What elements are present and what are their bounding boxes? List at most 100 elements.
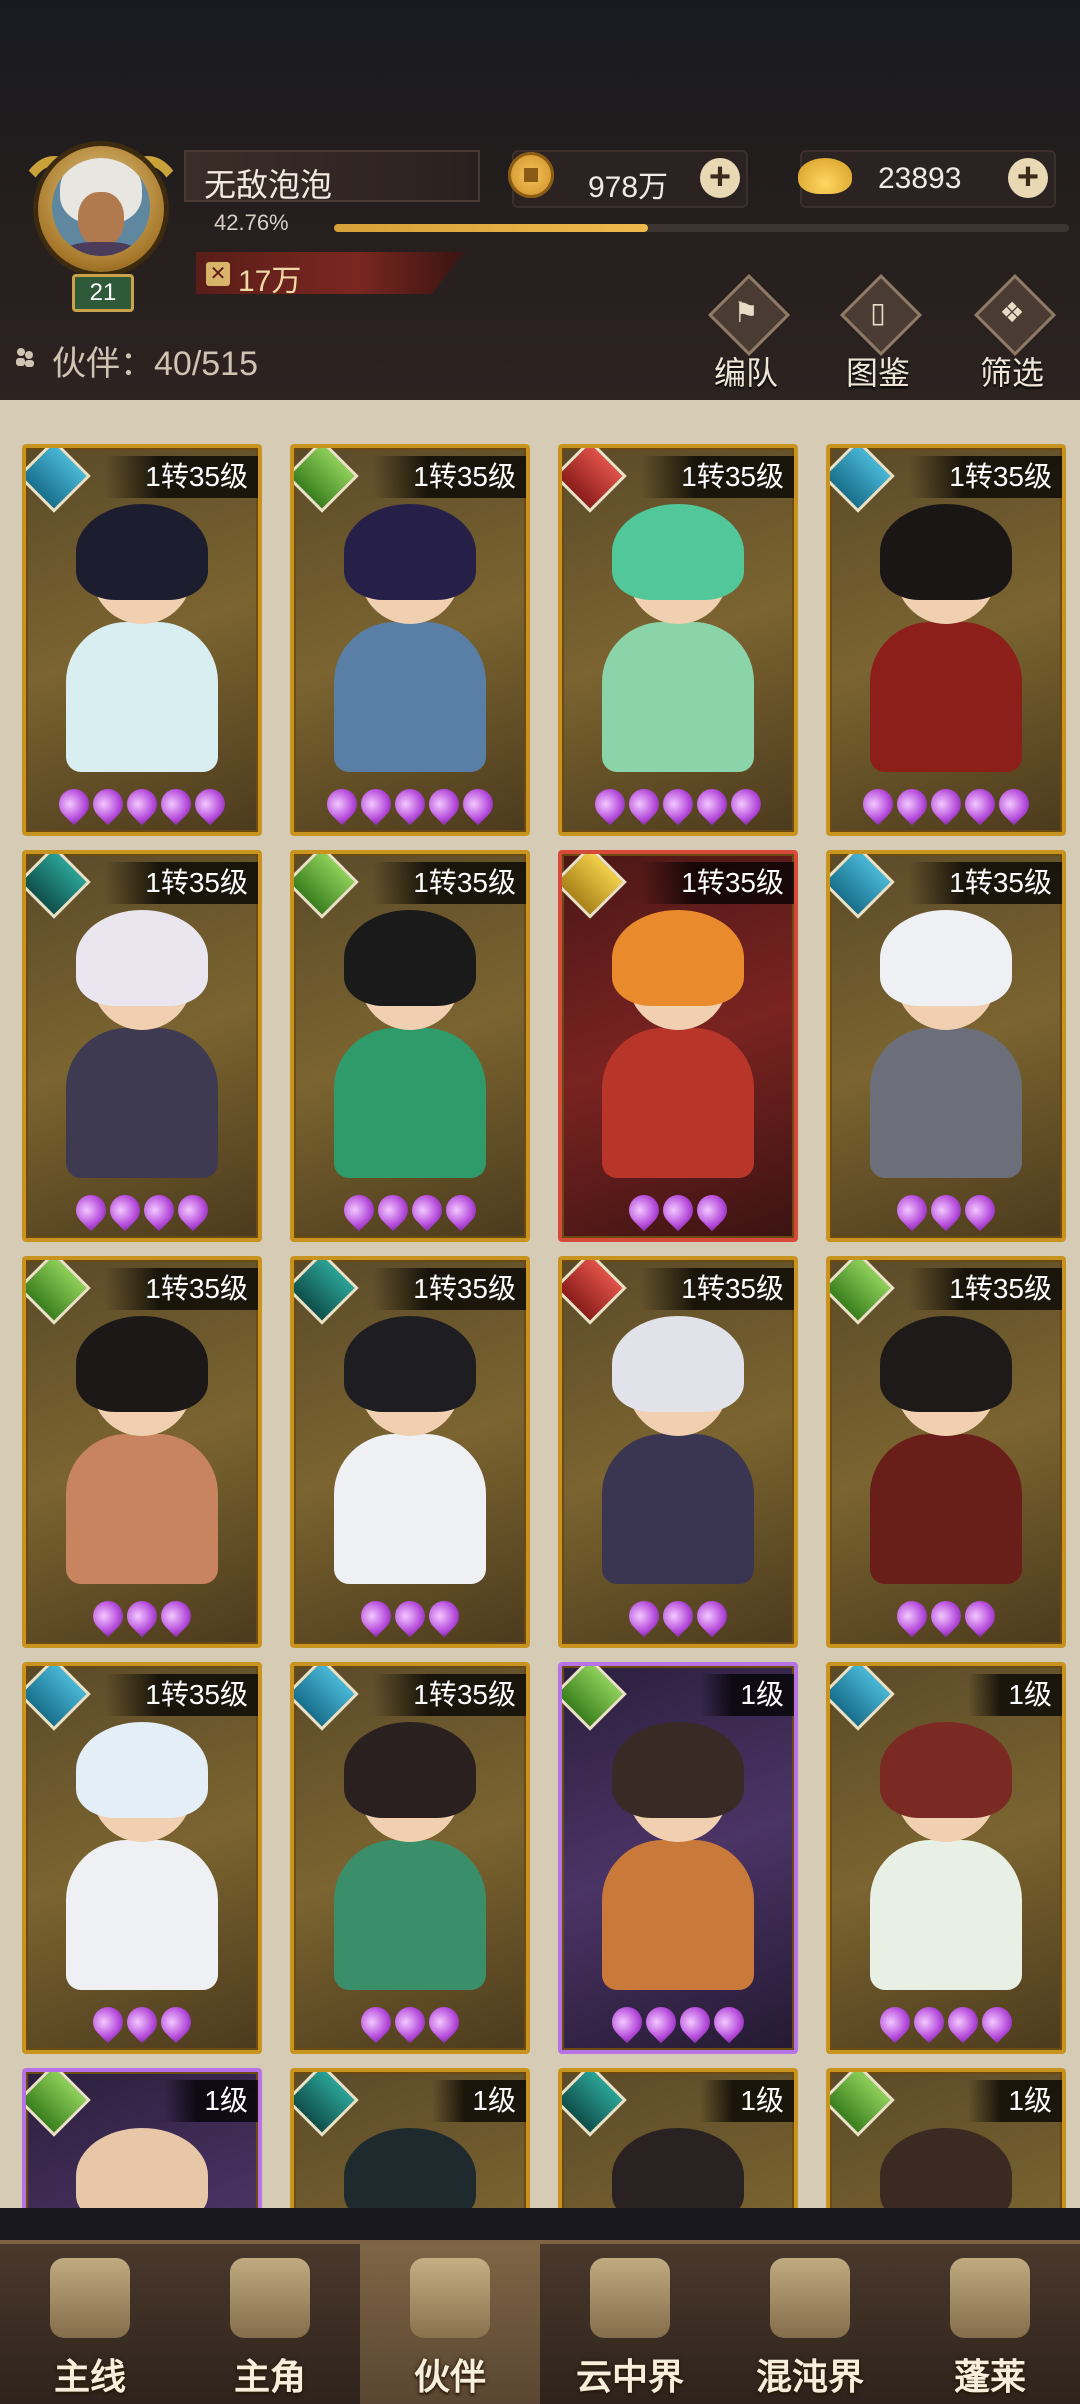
partner-portrait [850,504,1042,774]
star-flame-icon [673,2000,717,2044]
filter-button[interactable]: ❖ 筛选 [960,273,1064,392]
star-flame-icon [924,1594,968,1638]
star-flame-icon [890,1594,934,1638]
star-flame-icon [120,2000,164,2044]
partner-icon [410,2258,490,2338]
water-element-icon [26,448,91,513]
partner-card[interactable]: 1级 [22,2068,262,2208]
team-button[interactable]: ⚑ 编队 [694,273,798,392]
dark-element-icon [26,854,91,919]
filter-icon: ❖ [999,297,1025,328]
star-flame-icon [975,2000,1019,2044]
star-flame-icon [154,1594,198,1638]
wood-element-icon [294,854,359,919]
partner-card[interactable]: 1转35级 [22,1256,262,1648]
star-flame-icon [52,782,96,826]
flag-icon: ⚑ [733,297,759,328]
partner-card[interactable]: 1转35级 [558,444,798,836]
fire-element-icon [562,1260,627,1325]
gold-ingot-icon [798,158,852,194]
star-flame-icon [992,782,1036,826]
nav-label: 混沌界 [755,2356,864,2397]
star-flame-icon [188,782,232,826]
partner-card[interactable]: 1转35级 [22,1662,262,2054]
codex-button[interactable]: ▯ 图鉴 [826,273,930,392]
partner-card[interactable]: 1级 [558,1662,798,2054]
water-element-icon [830,1666,895,1731]
star-flame-icon [69,1188,113,1232]
exp-percent: 42.76% [214,210,289,235]
partner-portrait [314,2128,506,2208]
hero-icon [230,2258,310,2338]
star-flame-icon [690,1594,734,1638]
nav-item-5[interactable]: 蓬莱 [900,2244,1080,2404]
nav-item-1[interactable]: 主角 [180,2244,360,2404]
player-level-badge: 21 [72,274,134,312]
partner-stars [26,2000,258,2044]
partner-portrait [582,1722,774,1992]
partner-card[interactable]: 1转35级 [22,444,262,836]
partner-card[interactable]: 1转35级 [558,1256,798,1648]
nav-item-3[interactable]: 云中界 [540,2244,720,2404]
avatar-frame [38,146,164,272]
star-flame-icon [656,1594,700,1638]
player-avatar[interactable]: 21 [14,146,188,312]
partner-card[interactable]: 1级 [826,1662,1066,2054]
partner-stars [26,1594,258,1638]
partner-card[interactable]: 1转35级 [290,1662,530,2054]
combat-power-icon: ✕ [206,262,230,286]
partner-card[interactable]: 1转35级 [290,1256,530,1648]
avatar-portrait [52,158,150,256]
partner-stars [830,1594,1062,1638]
partner-level: 1级 [968,2080,1062,2122]
add-coins-button[interactable]: + [700,158,740,198]
partner-card[interactable]: 1转35级 [558,850,798,1242]
exp-bar-fill [334,224,649,232]
star-flame-icon [622,782,666,826]
partner-level: 1转35级 [909,456,1062,498]
partner-level: 1转35级 [373,1674,526,1716]
partner-card[interactable]: 1转35级 [826,1256,1066,1648]
partner-portrait [850,1316,1042,1586]
partner-level: 1转35级 [909,1268,1062,1310]
partner-card[interactable]: 1级 [558,2068,798,2208]
star-flame-icon [856,782,900,826]
star-flame-icon [958,782,1002,826]
nav-item-0[interactable]: 主线 [0,2244,180,2404]
nav-item-4[interactable]: 混沌界 [720,2244,900,2404]
star-flame-icon [605,2000,649,2044]
nav-item-2[interactable]: 伙伴 [360,2244,540,2404]
partner-card[interactable]: 1转35级 [826,444,1066,836]
partner-stars [562,1594,794,1638]
wood-element-icon [562,1666,627,1731]
partner-grid: 1转35级 1转35级 1转35级 1转35级 1转35级 1转35级 1转35级 1转35级… [0,400,1080,2208]
partner-card[interactable]: 1转35级 [290,444,530,836]
star-flame-icon [639,2000,683,2044]
partner-card[interactable]: 1级 [826,2068,1066,2208]
partner-card[interactable]: 1转35级 [22,850,262,1242]
scroll-icon: ▯ [870,297,886,328]
partner-stars [562,782,794,826]
partner-level: 1转35级 [105,1268,258,1310]
partner-portrait [46,1722,238,1992]
partner-card[interactable]: 1转35级 [290,850,530,1242]
star-flame-icon [873,2000,917,2044]
star-flame-icon [371,1188,415,1232]
nav-label: 主线 [53,2356,126,2397]
chaos-realm-icon [770,2258,850,2338]
partner-portrait [314,504,506,774]
add-gold-button[interactable]: + [1008,158,1048,198]
partner-stars [294,1188,526,1232]
star-flame-icon [337,1188,381,1232]
partner-level: 1转35级 [105,862,258,904]
partner-level: 1转35级 [373,456,526,498]
water-element-icon [294,1666,359,1731]
cloud-realm-icon [590,2258,670,2338]
dark-element-icon [294,2072,359,2137]
star-flame-icon [388,2000,432,2044]
star-flame-icon [622,1188,666,1232]
partner-card[interactable]: 1级 [290,2068,530,2208]
wood-element-icon [26,1260,91,1325]
combat-power-value: 17万 [238,265,302,298]
partner-card[interactable]: 1转35级 [826,850,1066,1242]
